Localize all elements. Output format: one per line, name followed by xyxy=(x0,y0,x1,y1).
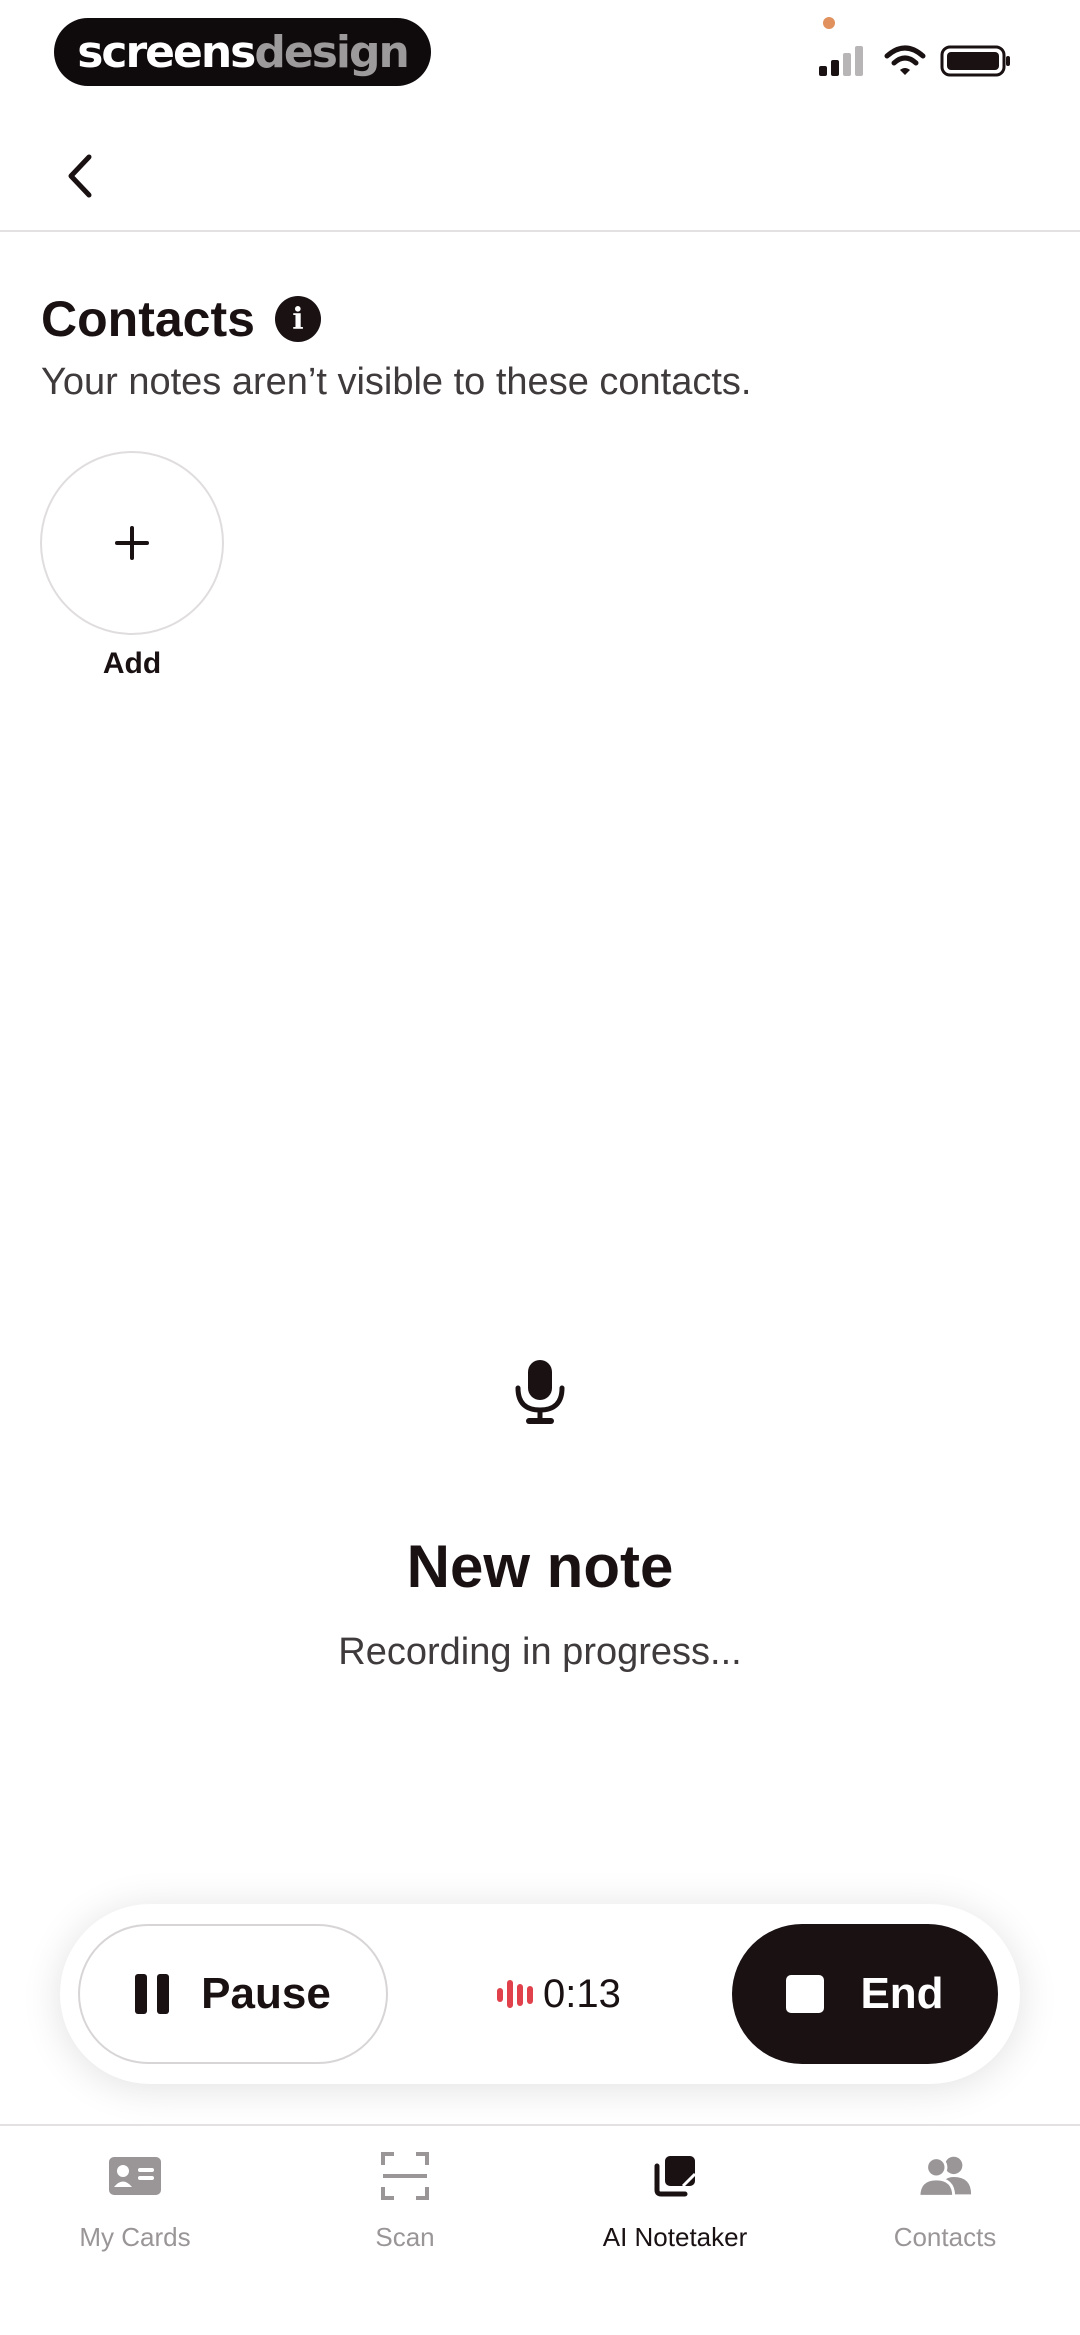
back-button[interactable] xyxy=(50,146,110,206)
status-bar: screens design xyxy=(0,0,1080,110)
recording-timer: 0:13 xyxy=(495,1964,621,2024)
add-contact-button[interactable]: Add xyxy=(40,451,224,681)
stop-icon xyxy=(786,1975,825,2013)
tab-label-scan: Scan xyxy=(375,2222,435,2252)
recording-controls: Pause 0:13 End xyxy=(60,1904,1020,2084)
timer-text: 0:13 xyxy=(543,1971,621,2016)
tab-contacts[interactable]: Contacts xyxy=(810,2150,1080,2253)
scan-icon xyxy=(377,2150,433,2202)
end-label: End xyxy=(860,1969,944,2018)
info-icon[interactable]: i xyxy=(274,296,321,342)
brand-logo: screens design xyxy=(54,18,431,86)
battery-icon xyxy=(940,45,1010,77)
brand-text-part1: screens xyxy=(77,26,256,78)
contacts-header: Contacts i xyxy=(41,290,321,348)
contacts-subtitle: Your notes aren’t visible to these conta… xyxy=(41,361,752,403)
audio-wave-icon xyxy=(497,1980,533,2008)
end-button[interactable]: End xyxy=(732,1924,998,2064)
add-contact-circle[interactable] xyxy=(40,451,224,635)
pause-label: Pause xyxy=(201,1969,331,2018)
privacy-indicator-dot xyxy=(823,17,835,29)
tab-label-ai-notetaker: AI Notetaker xyxy=(602,2222,748,2252)
notes-stack-icon xyxy=(647,2150,703,2202)
recording-status: Recording in progress... xyxy=(338,1631,742,1673)
wifi-icon xyxy=(884,45,926,75)
microphone-icon xyxy=(515,1360,565,1424)
note-title: New note xyxy=(406,1533,674,1600)
pause-icon xyxy=(135,1974,170,2014)
tab-my-cards[interactable]: My Cards xyxy=(0,2150,270,2253)
tab-label-my-cards: My Cards xyxy=(79,2222,191,2252)
tab-ai-notetaker[interactable]: AI Notetaker xyxy=(540,2150,810,2253)
id-card-icon xyxy=(107,2150,163,2202)
chevron-left-icon xyxy=(68,154,92,198)
nav-header xyxy=(0,110,1080,232)
screen: screens design Contacts i Your notes are… xyxy=(0,0,1080,2335)
add-contact-label: Add xyxy=(102,647,162,680)
tab-label-contacts: Contacts xyxy=(893,2222,997,2252)
brand-text-part2: design xyxy=(254,26,409,78)
people-icon xyxy=(917,2150,973,2202)
plus-icon xyxy=(115,526,149,560)
bottom-tab-bar: My Cards Scan AI Notetaker Contacts xyxy=(0,2124,1080,2335)
cellular-signal-icon xyxy=(819,46,863,76)
tab-scan[interactable]: Scan xyxy=(270,2150,540,2253)
contacts-title: Contacts xyxy=(41,291,255,347)
pause-button[interactable]: Pause xyxy=(78,1924,388,2064)
